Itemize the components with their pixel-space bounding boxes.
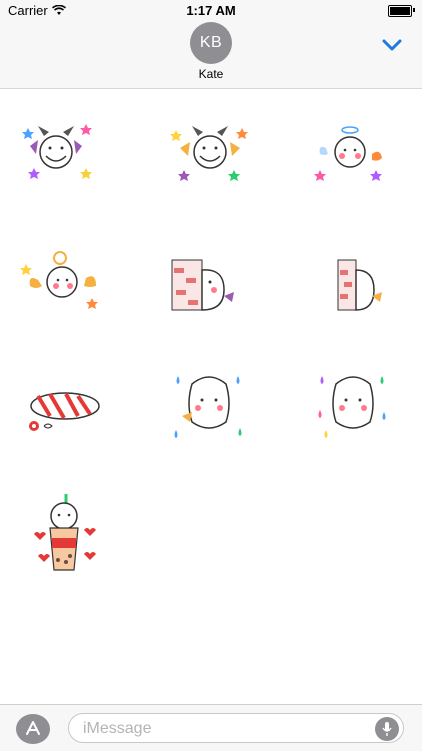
sticker-sheep-hide-brick-wall[interactable] [308, 240, 398, 330]
conversation-header: KB Kate [0, 22, 422, 89]
contact-name[interactable]: Kate [0, 67, 422, 81]
message-text-input[interactable] [81, 718, 365, 740]
sticker-angel-sheep-halo[interactable] [308, 120, 398, 210]
sticker-sheep-peek-brick-wall[interactable] [164, 240, 254, 330]
chevron-down-icon [382, 39, 402, 51]
contact-avatar[interactable]: KB [190, 22, 232, 64]
collapse-chevron-button[interactable] [380, 36, 404, 54]
battery-icon [388, 5, 412, 17]
app-store-icon [26, 721, 40, 735]
microphone-icon [382, 722, 392, 736]
sticker-sheep-lying-ribbon[interactable] [20, 360, 110, 450]
sticker-grid [0, 90, 422, 704]
sticker-sheep-worried-colorful[interactable] [308, 360, 398, 450]
clock-time: 1:17 AM [186, 3, 236, 18]
status-bar: Carrier 1:17 AM [0, 0, 422, 22]
microphone-button[interactable] [375, 717, 399, 741]
sticker-sheep-worried-sweat[interactable] [164, 360, 254, 450]
sticker-devil-sheep-grin[interactable] [20, 120, 110, 210]
app-store-button[interactable] [16, 714, 50, 744]
sticker-devil-sheep-stars[interactable] [164, 120, 254, 210]
message-input-bar [0, 704, 422, 751]
battery-tip-icon [413, 8, 415, 12]
sticker-angel-sheep-wings[interactable] [20, 240, 110, 330]
message-input-field[interactable] [68, 713, 404, 743]
sticker-sheep-bubble-tea-hearts[interactable] [20, 490, 110, 580]
